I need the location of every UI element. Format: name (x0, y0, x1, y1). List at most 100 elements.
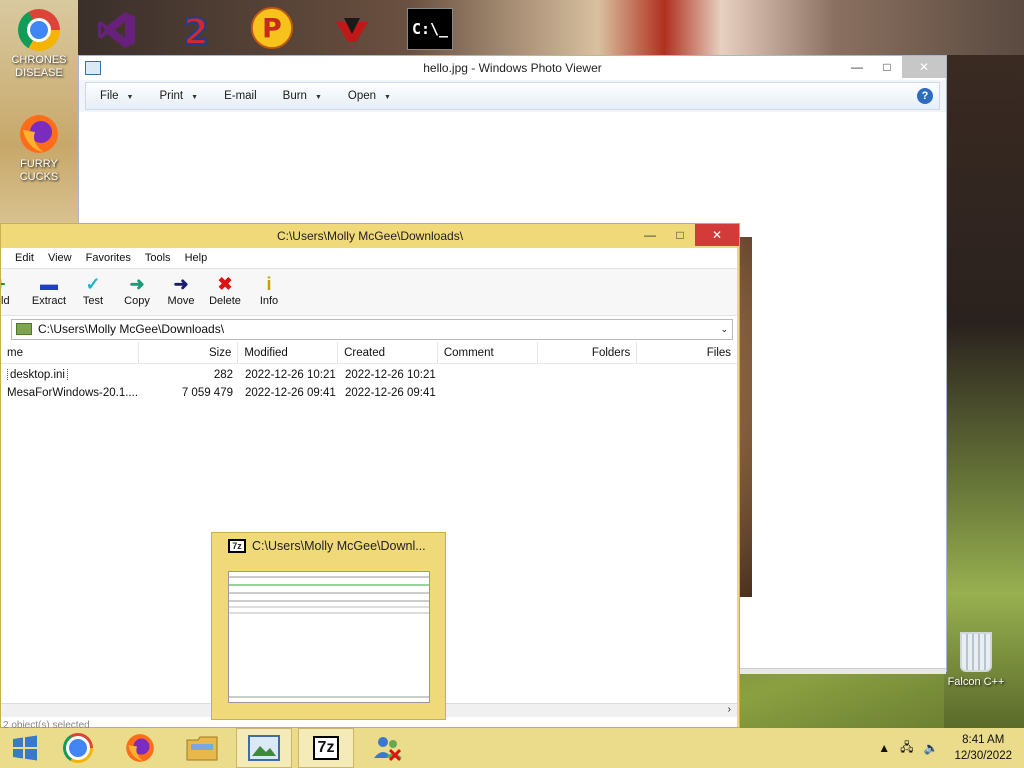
menu-open[interactable]: Open ▼ (348, 90, 391, 102)
menu-edit[interactable]: Edit (15, 252, 34, 264)
menu-print[interactable]: Print ▼ (159, 90, 198, 102)
add-button[interactable]: + ld (1, 269, 15, 308)
start-button[interactable] (0, 735, 50, 761)
menu-favorites[interactable]: Favorites (86, 252, 131, 264)
persona-logo-icon (336, 18, 368, 42)
svg-text:2: 2 (183, 12, 208, 52)
extract-button[interactable]: ▬ Extract (27, 269, 71, 308)
photo-viewer-title: hello.jpg - Windows Photo Viewer (423, 61, 602, 75)
sevenzip-toolbar: + ld ▬ Extract ✓ Test ➜ Copy ➜ Move ✖ De… (1, 268, 737, 316)
chevron-down-icon[interactable]: ⌄ (720, 324, 728, 335)
folder-icon (186, 736, 218, 761)
firefox-icon (126, 734, 154, 762)
file-modified: 2022-12-26 09:41 (245, 387, 336, 399)
desktop-icon-recycle-bin[interactable]: Falcon C++ (946, 632, 1006, 688)
info-button[interactable]: i Info (247, 269, 291, 308)
taskbar-thumbnail-preview[interactable]: 7z C:\Users\Molly McGee\Downl... (211, 532, 446, 720)
photo-viewer-menubar: File ▼ Print ▼ E-mail Burn ▼ Open ▼ ? (85, 82, 940, 110)
menu-tools[interactable]: Tools (145, 252, 171, 264)
chevron-down-icon: ▼ (384, 94, 391, 101)
clock[interactable]: 8:41 AM 12/30/2022 (954, 732, 1012, 764)
column-size[interactable]: Size (139, 342, 239, 363)
menu-email[interactable]: E-mail (224, 90, 257, 102)
plus-icon: + (1, 273, 15, 295)
windows-logo-icon (13, 735, 37, 761)
column-files[interactable]: Files (637, 342, 737, 363)
help-icon[interactable]: ? (917, 88, 933, 104)
info-icon: i (266, 273, 272, 294)
file-size: 282 (213, 369, 233, 381)
desktop-icon-persona[interactable] (318, 8, 386, 52)
taskbar-chrome[interactable] (50, 728, 106, 768)
sevenzip-titlebar[interactable]: C:\Users\Molly McGee\Downloads\ — □ ✕ (1, 224, 739, 248)
file-created: 2022-12-26 09:41 (345, 387, 436, 399)
network-icon[interactable]: 🖧 (900, 738, 913, 759)
sevenzip-icon: 7z (312, 736, 340, 760)
firefox-icon (20, 115, 58, 153)
desktop-icon-label: FURRY CUCKS (19, 158, 59, 183)
chevron-right-icon[interactable]: › (728, 704, 731, 715)
column-modified[interactable]: Modified (238, 342, 339, 363)
column-created[interactable]: Created (338, 342, 438, 363)
volume-icon[interactable]: 🔈 (923, 741, 938, 755)
chevron-down-icon: ▼ (126, 94, 134, 101)
system-tray: ▲ 🖧 🔈 8:41 AM 12/30/2022 (878, 732, 1024, 764)
desktop-icon-firefox[interactable]: FURRY CUCKS (5, 112, 73, 184)
taskbar-network-app[interactable] (360, 728, 416, 768)
desktop-icon-visual-studio[interactable] (83, 8, 151, 52)
chevron-down-icon: ▼ (314, 94, 322, 101)
svg-text:P: P (262, 14, 282, 45)
copy-arrow-icon: ➜ (129, 273, 145, 294)
column-name[interactable]: me (1, 342, 139, 363)
column-comment[interactable]: Comment (438, 342, 538, 363)
desktop-icon-label: Falcon C++ (947, 676, 1005, 688)
move-button[interactable]: ➜ Move (159, 269, 203, 308)
column-folders[interactable]: Folders (538, 342, 638, 363)
table-row[interactable]: desktop.ini 282 2022-12-26 10:21 2022-12… (1, 366, 737, 384)
sevenzip-title: C:\Users\Molly McGee\Downloads\ (276, 229, 464, 243)
taskbar-photo-viewer[interactable] (236, 728, 292, 768)
thumbnail-image (228, 571, 430, 703)
command-prompt-icon: C:\_ (411, 20, 449, 38)
maximize-button[interactable]: □ (665, 224, 695, 246)
maximize-button[interactable]: □ (872, 56, 902, 78)
taskbar-sevenzip[interactable]: 7z (298, 728, 354, 768)
test-button[interactable]: ✓ Test (71, 269, 115, 308)
photo-viewer-icon (248, 735, 280, 761)
menu-help[interactable]: Help (185, 252, 208, 264)
chrome-icon (63, 733, 93, 763)
close-button[interactable]: ✕ (902, 56, 946, 78)
sevenzip-icon: 7z (228, 539, 246, 553)
sevenzip-menubar: Edit View Favorites Tools Help (1, 248, 737, 268)
address-input[interactable]: C:\Users\Molly McGee\Downloads\ ⌄ (11, 318, 733, 340)
chevron-up-icon[interactable]: ▲ (878, 741, 890, 755)
move-arrow-icon: ➜ (173, 273, 189, 294)
desktop-icon-p[interactable]: P (238, 6, 306, 50)
taskbar: 7z ▲ 🖧 🔈 8:41 AM 12/30/2022 (0, 728, 1024, 768)
desktop-icon-two[interactable]: 2 (162, 8, 230, 52)
test-check-icon: ✓ (85, 273, 101, 294)
chrome-icon (18, 9, 60, 51)
desktop-icon-chrome[interactable]: CHRONES DISEASE (5, 8, 73, 80)
number-two-icon: 2 (182, 11, 209, 52)
taskbar-firefox[interactable] (112, 728, 168, 768)
table-row[interactable]: MesaForWindows-20.1.... 7 059 479 2022-1… (1, 384, 737, 402)
address-bar: C:\Users\Molly McGee\Downloads\ ⌄ (1, 316, 737, 342)
minimize-button[interactable]: — (635, 224, 665, 246)
chevron-down-icon: ▼ (191, 94, 199, 101)
photo-viewer-titlebar[interactable]: hello.jpg - Windows Photo Viewer — □ ✕ (79, 56, 946, 80)
file-name: MesaForWindows-20.1.... (7, 387, 139, 399)
minimize-button[interactable]: — (842, 56, 872, 78)
menu-view[interactable]: View (48, 252, 72, 264)
clock-time: 8:41 AM (962, 734, 1005, 746)
menu-file[interactable]: File ▼ (100, 90, 133, 102)
taskbar-file-explorer[interactable] (174, 728, 230, 768)
desktop-icon-label: CHRONES DISEASE (11, 54, 67, 79)
close-button[interactable]: ✕ (695, 224, 739, 246)
delete-button[interactable]: ✖ Delete (203, 269, 247, 308)
copy-button[interactable]: ➜ Copy (115, 269, 159, 308)
desktop-icon-cmd[interactable]: C:\_ (396, 8, 464, 50)
file-modified: 2022-12-26 10:21 (245, 369, 336, 381)
minus-icon: ▬ (40, 273, 58, 294)
menu-burn[interactable]: Burn ▼ (283, 90, 322, 102)
